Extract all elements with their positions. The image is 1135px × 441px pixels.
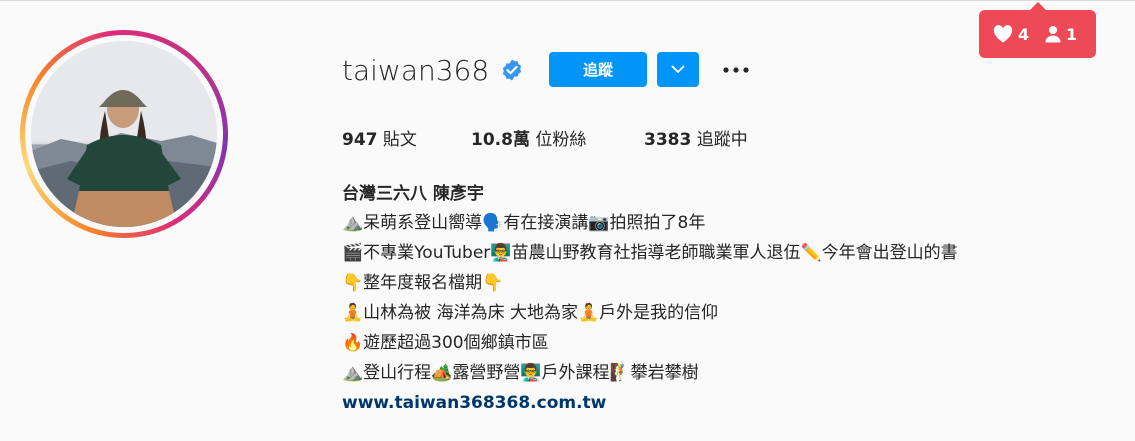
profile-bio: 台灣三六八 陳彥宇 ⛰️呆萌系登山嚮導🗣️有在接演講📷拍照拍了8年 🎬不專業Yo… [342, 180, 1102, 418]
top-divider [0, 0, 1135, 1]
bio-full-name: 台灣三六八 陳彥宇 [342, 184, 484, 204]
avatar-photo [31, 41, 217, 227]
stat-posts: 947 貼文 [342, 128, 417, 152]
heart-icon [993, 25, 1013, 43]
follow-button[interactable]: 追蹤 [549, 52, 647, 87]
bio-line: 🧘山林為被 海洋為床 大地為家🧘戶外是我的信仰 [342, 303, 719, 323]
stat-following-count: 3383 [644, 130, 692, 150]
avatar[interactable] [31, 41, 217, 227]
stat-posts-label: 貼文 [382, 130, 417, 150]
bio-line: ⛰️登山行程🏕️露營野營👨‍🏫戶外課程🧗攀岩攀樹 [342, 363, 699, 383]
bio-website-link[interactable]: www.taiwan368368.com.tw [342, 388, 1102, 418]
bio-line: 🎬不專業YouTuber👨‍🏫苗農山野教育社指導老師職業軍人退伍✏️今年會出登山… [342, 243, 958, 263]
chevron-down-icon [671, 65, 685, 73]
person-icon [1045, 26, 1061, 43]
stat-followers-label: 位粉絲 [535, 130, 587, 150]
suggested-accounts-dropdown[interactable] [657, 52, 699, 87]
bio-line: 👇整年度報名檔期👇 [342, 273, 504, 293]
follows-count: 1 [1045, 23, 1077, 45]
profile-username: taiwan368 [342, 54, 490, 87]
more-options-icon [723, 67, 749, 73]
likes-count: 4 [993, 23, 1029, 45]
bio-line: 🔥遊歷超過300個鄉鎮市區 [342, 333, 549, 353]
stat-posts-count: 947 [342, 130, 378, 150]
likes-number: 4 [1018, 24, 1030, 44]
stat-following-label: 追蹤中 [696, 130, 748, 150]
stat-following[interactable]: 3383 追蹤中 [644, 128, 748, 152]
stat-followers[interactable]: 10.8萬 位粉絲 [471, 128, 586, 152]
verified-badge-icon [502, 59, 522, 81]
bio-line: ⛰️呆萌系登山嚮導🗣️有在接演講📷拍照拍了8年 [342, 213, 706, 233]
activity-notification[interactable]: 4 1 [979, 2, 1096, 58]
follows-number: 1 [1066, 24, 1078, 44]
more-options-button[interactable] [718, 58, 754, 82]
stat-followers-count: 10.8萬 [471, 130, 530, 150]
